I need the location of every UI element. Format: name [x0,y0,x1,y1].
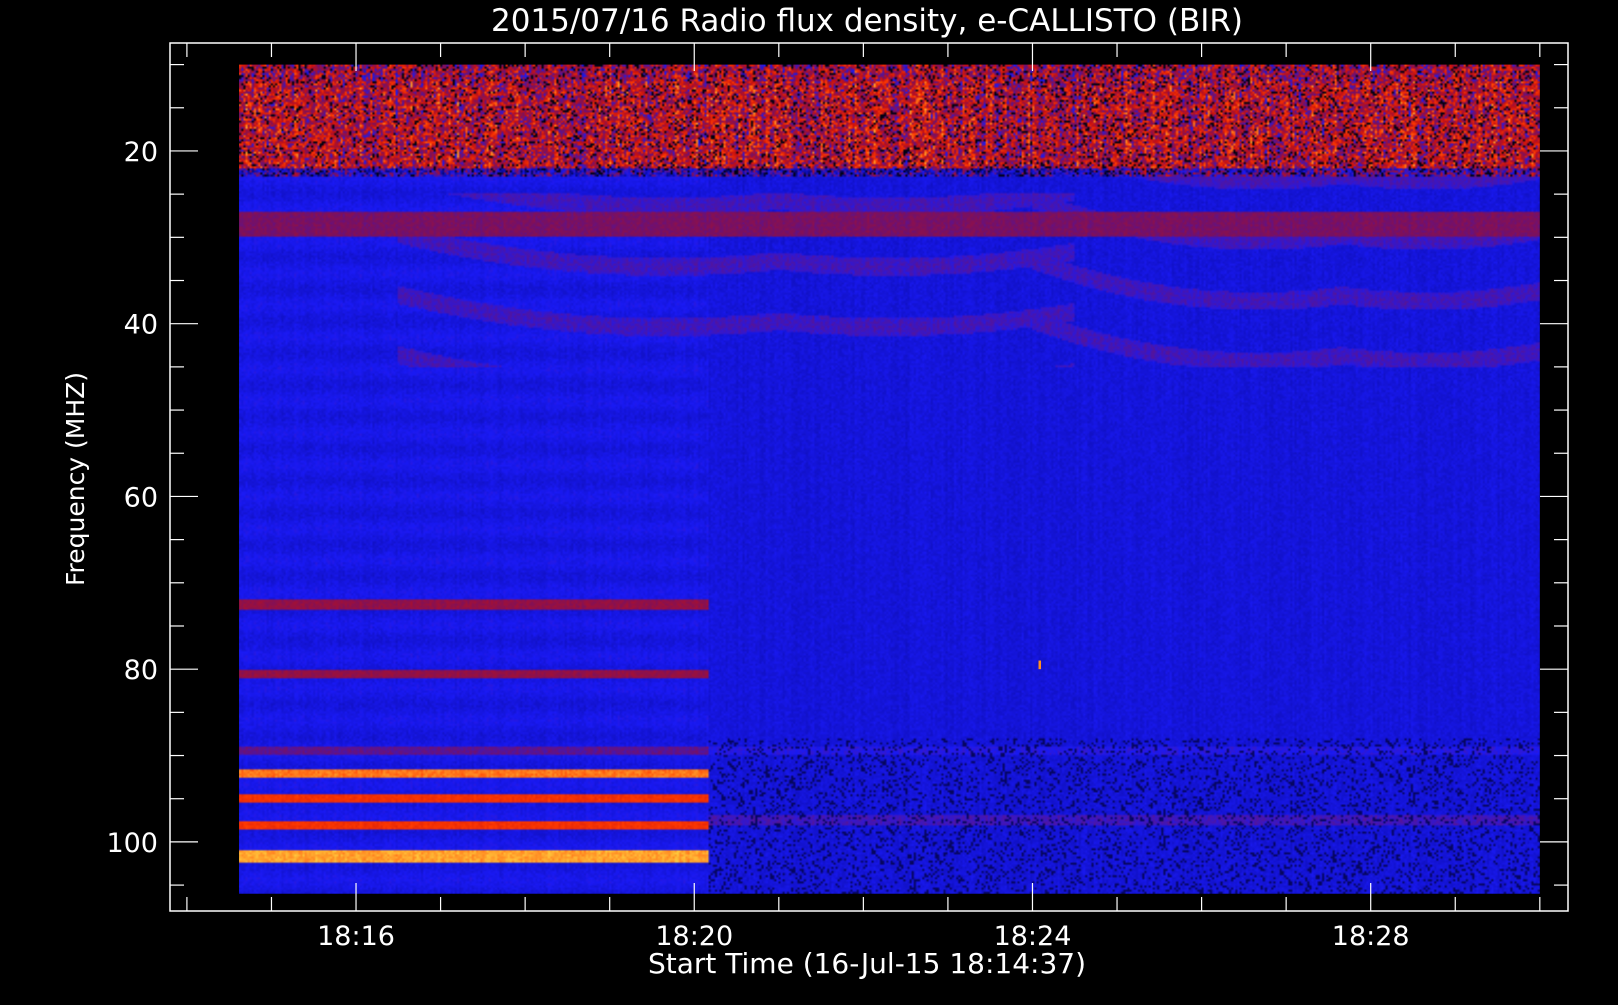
spectrogram-chart: 2015/07/16 Radio flux density, e-CALLIST… [0,0,1618,1000]
x-axis-label: Start Time (16-Jul-15 18:14:37) [648,947,1086,980]
spectrogram-svg: 2015/07/16 Radio flux density, e-CALLIST… [0,0,1618,1000]
plot-area [239,64,1540,894]
spectrogram-image [239,64,1540,894]
y-tick-label: 80 [124,655,158,686]
y-axis-label: Frequency (MHZ) [61,372,90,586]
y-tick-label: 100 [106,828,158,859]
x-tick-label: 18:16 [317,921,395,952]
y-tick-label: 40 [124,310,158,341]
y-tick-label: 60 [124,482,158,513]
x-tick-label: 18:28 [1332,921,1410,952]
chart-title: 2015/07/16 Radio flux density, e-CALLIST… [491,3,1243,39]
spike-mark [1038,660,1042,670]
y-tick-label: 20 [124,137,158,168]
